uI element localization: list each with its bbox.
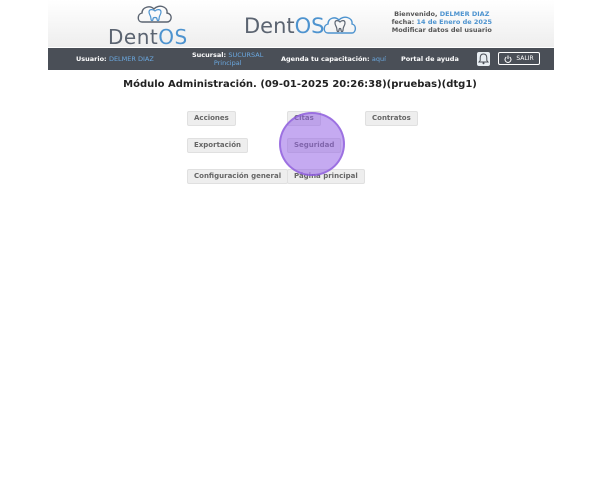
modify-user-link[interactable]: Modificar datos del usuario [392,26,492,34]
welcome-user: DELMER DIAZ [439,10,490,18]
exportacion-button[interactable]: Exportación [187,138,248,153]
dentos-logo[interactable]: DentOS [108,4,200,49]
pagina-principal-button[interactable]: Página principal [287,169,365,184]
contratos-button[interactable]: Contratos [365,111,418,126]
branch-info: Sucursal: SUCURSAL Principal [192,51,264,67]
agenda-link[interactable]: aquí [372,55,386,63]
page-title: Módulo Administración. (09-01-2025 20:26… [123,79,477,90]
header: DentOS DentOS Bienvenido, DELMER DIAZ fe… [48,0,554,49]
configuracion-general-button[interactable]: Configuración general [187,169,289,184]
welcome-panel: Bienvenido, DELMER DIAZ fecha: 14 de Ene… [391,10,492,34]
agenda-info: Agenda tu capacitación: aquí [281,55,386,63]
seguridad-button[interactable]: Seguridad [287,138,342,153]
current-date: 14 de Enero de 2025 [416,18,492,26]
user-bar: Usuario: DELMER DIAZ Sucursal: SUCURSAL … [48,48,554,70]
logo-wordmark: DentOS [244,14,325,38]
logo-wordmark: DentOS [108,25,188,49]
citas-button[interactable]: Citas [287,111,321,126]
user-name: DELMER DIAZ [108,55,154,63]
tooth-icon [137,5,172,23]
user-info: Usuario: DELMER DIAZ [76,55,154,63]
help-portal-link[interactable]: Portal de ayuda [401,55,459,63]
bell-button[interactable] [477,52,490,66]
logout-button[interactable]: SALIR [498,52,540,65]
dentos-logo-secondary: DentOS [244,14,364,42]
tooth-icon [323,16,357,34]
acciones-button[interactable]: Acciones [187,111,236,126]
power-icon [504,55,512,63]
bell-icon [477,53,490,65]
